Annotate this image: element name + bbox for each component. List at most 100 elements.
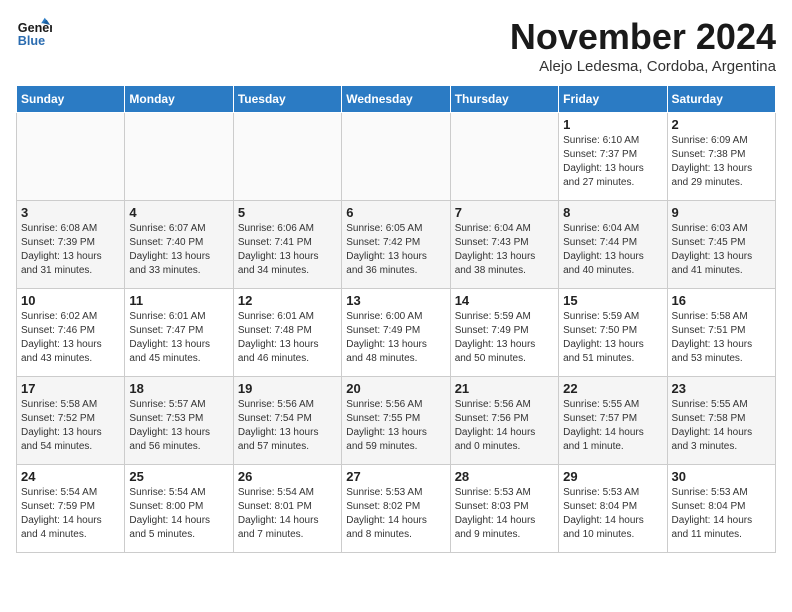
calendar-cell: 4Sunrise: 6:07 AM Sunset: 7:40 PM Daylig…	[125, 201, 233, 289]
day-info: Sunrise: 5:53 AM Sunset: 8:04 PM Dayligh…	[563, 486, 662, 542]
day-number: 11	[129, 293, 228, 308]
calendar-cell: 10Sunrise: 6:02 AM Sunset: 7:46 PM Dayli…	[17, 289, 125, 377]
calendar-cell	[450, 113, 558, 201]
day-info: Sunrise: 6:09 AM Sunset: 7:38 PM Dayligh…	[672, 134, 771, 190]
day-number: 3	[21, 205, 120, 220]
logo: General Blue	[16, 16, 52, 52]
calendar-cell: 19 Sunrise: 5:56 AM Sunset: 7:54 PM Dayli…	[233, 377, 341, 465]
calendar-cell: 7Sunrise: 6:04 AM Sunset: 7:43 PM Daylig…	[450, 201, 558, 289]
calendar-cell: 9 Sunrise: 6:03 AM Sunset: 7:45 PM Daylig…	[667, 201, 775, 289]
calendar-week-row: 24 Sunrise: 5:54 AM Sunset: 7:59 PM Dayli…	[17, 465, 776, 553]
day-info: Sunrise: 5:57 AM Sunset: 7:53 PM Dayligh…	[129, 398, 228, 454]
logo-icon: General Blue	[16, 16, 52, 52]
calendar-cell: 28 Sunrise: 5:53 AM Sunset: 8:03 PM Dayli…	[450, 465, 558, 553]
calendar-cell: 18 Sunrise: 5:57 AM Sunset: 7:53 PM Dayli…	[125, 377, 233, 465]
day-number: 30	[672, 469, 771, 484]
day-number: 15	[563, 293, 662, 308]
calendar-cell: 5 Sunrise: 6:06 AM Sunset: 7:41 PM Daylig…	[233, 201, 341, 289]
day-number: 7	[455, 205, 554, 220]
header-wednesday: Wednesday	[342, 86, 450, 113]
day-number: 5	[238, 205, 337, 220]
day-info: Sunrise: 6:02 AM Sunset: 7:46 PM Dayligh…	[21, 310, 120, 366]
day-info: Sunrise: 6:00 AM Sunset: 7:49 PM Dayligh…	[346, 310, 445, 366]
location-subtitle: Alejo Ledesma, Cordoba, Argentina	[510, 58, 776, 75]
day-number: 25	[129, 469, 228, 484]
calendar-cell	[125, 113, 233, 201]
calendar-cell	[233, 113, 341, 201]
title-block: November 2024 Alejo Ledesma, Cordoba, Ar…	[510, 16, 776, 75]
calendar-cell: 2 Sunrise: 6:09 AM Sunset: 7:38 PM Daylig…	[667, 113, 775, 201]
calendar-cell: 27 Sunrise: 5:53 AM Sunset: 8:02 PM Dayli…	[342, 465, 450, 553]
header-saturday: Saturday	[667, 86, 775, 113]
calendar-cell: 25 Sunrise: 5:54 AM Sunset: 8:00 PM Dayli…	[125, 465, 233, 553]
day-number: 21	[455, 381, 554, 396]
day-number: 14	[455, 293, 554, 308]
day-info: Sunrise: 5:53 AM Sunset: 8:03 PM Dayligh…	[455, 486, 554, 542]
day-number: 20	[346, 381, 445, 396]
day-info: Sunrise: 5:54 AM Sunset: 8:01 PM Dayligh…	[238, 486, 337, 542]
day-info: Sunrise: 6:01 AM Sunset: 7:48 PM Dayligh…	[238, 310, 337, 366]
day-number: 29	[563, 469, 662, 484]
day-number: 22	[563, 381, 662, 396]
day-info: Sunrise: 5:53 AM Sunset: 8:04 PM Dayligh…	[672, 486, 771, 542]
calendar-week-row: 17Sunrise: 5:58 AM Sunset: 7:52 PM Dayli…	[17, 377, 776, 465]
day-info: Sunrise: 6:06 AM Sunset: 7:41 PM Dayligh…	[238, 222, 337, 278]
day-info: Sunrise: 6:10 AM Sunset: 7:37 PM Dayligh…	[563, 134, 662, 190]
calendar-week-row: 10Sunrise: 6:02 AM Sunset: 7:46 PM Dayli…	[17, 289, 776, 377]
calendar-table: SundayMondayTuesdayWednesdayThursdayFrid…	[16, 85, 776, 553]
header-tuesday: Tuesday	[233, 86, 341, 113]
day-number: 24	[21, 469, 120, 484]
calendar-cell: 29 Sunrise: 5:53 AM Sunset: 8:04 PM Dayli…	[559, 465, 667, 553]
month-title: November 2024	[510, 16, 776, 58]
day-info: Sunrise: 6:05 AM Sunset: 7:42 PM Dayligh…	[346, 222, 445, 278]
calendar-cell: 24 Sunrise: 5:54 AM Sunset: 7:59 PM Dayli…	[17, 465, 125, 553]
calendar-cell: 12 Sunrise: 6:01 AM Sunset: 7:48 PM Dayli…	[233, 289, 341, 377]
day-number: 13	[346, 293, 445, 308]
calendar-header-row: SundayMondayTuesdayWednesdayThursdayFrid…	[17, 86, 776, 113]
calendar-cell: 17Sunrise: 5:58 AM Sunset: 7:52 PM Dayli…	[17, 377, 125, 465]
day-info: Sunrise: 6:03 AM Sunset: 7:45 PM Dayligh…	[672, 222, 771, 278]
day-number: 27	[346, 469, 445, 484]
day-number: 28	[455, 469, 554, 484]
day-number: 19	[238, 381, 337, 396]
calendar-cell: 3 Sunrise: 6:08 AM Sunset: 7:39 PM Daylig…	[17, 201, 125, 289]
day-number: 16	[672, 293, 771, 308]
day-info: Sunrise: 6:08 AM Sunset: 7:39 PM Dayligh…	[21, 222, 120, 278]
calendar-cell	[342, 113, 450, 201]
calendar-cell: 21Sunrise: 5:56 AM Sunset: 7:56 PM Dayli…	[450, 377, 558, 465]
day-info: Sunrise: 5:56 AM Sunset: 7:54 PM Dayligh…	[238, 398, 337, 454]
page-header: General Blue November 2024 Alejo Ledesma…	[16, 16, 776, 75]
day-number: 6	[346, 205, 445, 220]
day-number: 8	[563, 205, 662, 220]
day-info: Sunrise: 5:54 AM Sunset: 7:59 PM Dayligh…	[21, 486, 120, 542]
day-number: 12	[238, 293, 337, 308]
header-friday: Friday	[559, 86, 667, 113]
day-info: Sunrise: 5:54 AM Sunset: 8:00 PM Dayligh…	[129, 486, 228, 542]
day-number: 4	[129, 205, 228, 220]
day-number: 1	[563, 117, 662, 132]
day-info: Sunrise: 5:55 AM Sunset: 7:57 PM Dayligh…	[563, 398, 662, 454]
calendar-week-row: 1 Sunrise: 6:10 AM Sunset: 7:37 PM Daylig…	[17, 113, 776, 201]
calendar-cell: 30 Sunrise: 5:53 AM Sunset: 8:04 PM Dayli…	[667, 465, 775, 553]
calendar-cell: 26Sunrise: 5:54 AM Sunset: 8:01 PM Dayli…	[233, 465, 341, 553]
day-number: 9	[672, 205, 771, 220]
header-monday: Monday	[125, 86, 233, 113]
day-info: Sunrise: 5:53 AM Sunset: 8:02 PM Dayligh…	[346, 486, 445, 542]
calendar-week-row: 3 Sunrise: 6:08 AM Sunset: 7:39 PM Daylig…	[17, 201, 776, 289]
day-number: 17	[21, 381, 120, 396]
calendar-cell: 13 Sunrise: 6:00 AM Sunset: 7:49 PM Dayli…	[342, 289, 450, 377]
day-info: Sunrise: 6:04 AM Sunset: 7:44 PM Dayligh…	[563, 222, 662, 278]
day-info: Sunrise: 5:55 AM Sunset: 7:58 PM Dayligh…	[672, 398, 771, 454]
day-number: 2	[672, 117, 771, 132]
calendar-cell: 23Sunrise: 5:55 AM Sunset: 7:58 PM Dayli…	[667, 377, 775, 465]
day-info: Sunrise: 5:58 AM Sunset: 7:51 PM Dayligh…	[672, 310, 771, 366]
svg-text:Blue: Blue	[18, 34, 45, 48]
day-info: Sunrise: 5:59 AM Sunset: 7:49 PM Dayligh…	[455, 310, 554, 366]
calendar-cell: 11 Sunrise: 6:01 AM Sunset: 7:47 PM Dayli…	[125, 289, 233, 377]
calendar-cell: 6 Sunrise: 6:05 AM Sunset: 7:42 PM Daylig…	[342, 201, 450, 289]
calendar-cell: 22 Sunrise: 5:55 AM Sunset: 7:57 PM Dayli…	[559, 377, 667, 465]
calendar-cell	[17, 113, 125, 201]
day-info: Sunrise: 6:01 AM Sunset: 7:47 PM Dayligh…	[129, 310, 228, 366]
calendar-cell: 14 Sunrise: 5:59 AM Sunset: 7:49 PM Dayli…	[450, 289, 558, 377]
day-number: 18	[129, 381, 228, 396]
